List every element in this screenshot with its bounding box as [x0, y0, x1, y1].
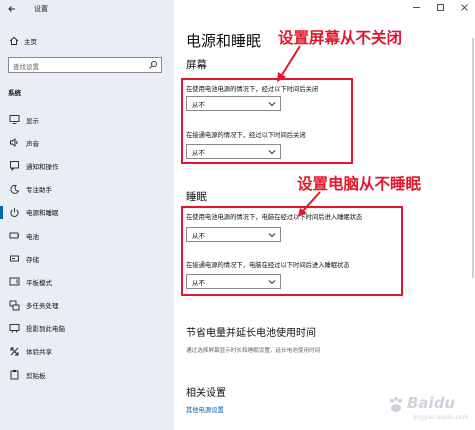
sidebar-item-multitasking[interactable]: 多任务处理 [0, 294, 174, 317]
display-icon [8, 114, 20, 126]
sidebar-item-sound[interactable]: 声音 [0, 131, 174, 154]
sidebar-item-label: 显示 [26, 116, 39, 125]
sidebar-item-label: 多任务处理 [26, 302, 59, 311]
watermark-text: Baidu [407, 394, 456, 412]
screen-heading: 屏幕 [186, 59, 207, 71]
section-label-system: 系统 [8, 89, 21, 97]
notification-icon [8, 160, 20, 172]
screen-battery-label: 在使用电池电源的情况下，经过以下时间后关闭 [186, 86, 319, 93]
scrollbar[interactable] [471, 18, 475, 430]
window-controls [411, 2, 469, 12]
annotation-arrow-icon [277, 45, 301, 82]
sleep-plugged-label: 在接通电源的情况下，电脑在经过以下时间后进入睡眠状态 [186, 262, 350, 269]
sidebar-item-notifications[interactable]: 通知和操作 [0, 154, 174, 177]
sidebar-item-storage[interactable]: 存储 [0, 247, 174, 270]
minimize-button[interactable] [411, 2, 421, 12]
search-input[interactable]: 查找设置 [8, 57, 162, 73]
battery-saving-description: 通过选择屏幕显示时长和睡眠设置，延长电池使用时间 [186, 348, 321, 354]
sleep-heading: 睡眠 [186, 191, 207, 203]
search-placeholder: 查找设置 [13, 63, 39, 71]
watermark: Baidu jingyan.baidu.com [387, 392, 469, 426]
sleep-battery-dropdown[interactable]: 从不 [186, 227, 281, 242]
sidebar-item-label: 平板模式 [26, 278, 52, 287]
speaker-icon [8, 137, 20, 149]
share-icon [8, 345, 20, 357]
sidebar-item-label: 剪贴板 [26, 371, 46, 380]
scrollbar-thumb[interactable] [472, 38, 474, 278]
baidu-paw-icon [390, 397, 402, 412]
back-arrow-icon[interactable] [6, 3, 18, 15]
chevron-down-icon [268, 102, 276, 107]
sidebar-item-project[interactable]: 投影到此电脑 [0, 317, 174, 340]
battery-saving-heading: 节省电量并延长电池使用时间 [186, 328, 316, 339]
sleep-battery-label: 在使用电池电源的情况下，电脑在经过以下时间后进入睡眠状态 [186, 214, 363, 221]
watermark-subtext: jingyan.baidu.com [413, 414, 469, 421]
storage-icon [8, 253, 20, 265]
title-bar: 设置 [0, 0, 174, 18]
sidebar-nav: 显示 声音 通知和操作 专注助手 电源和睡眠 电池 存储 平板模式 多任务处理 … [0, 108, 174, 386]
sidebar-item-label: 电池 [26, 232, 39, 241]
battery-icon [8, 230, 20, 242]
page-title: 电源和睡眠 [186, 32, 262, 50]
sidebar-item-label: 体验共享 [26, 348, 52, 357]
sidebar-item-label: 专注助手 [26, 186, 52, 195]
sidebar-item-label: 通知和操作 [26, 162, 59, 171]
main-panel: 电源和睡眠 屏幕 在使用电池电源的情况下，经过以下时间后关闭 从不 在接通电源的… [174, 0, 475, 430]
related-settings-heading: 相关设置 [186, 388, 226, 399]
annotation-arrow-icon [298, 191, 321, 217]
maximize-button[interactable] [435, 2, 445, 12]
sidebar-item-power-sleep[interactable]: 电源和睡眠 [0, 201, 174, 224]
dropdown-value: 从不 [192, 149, 205, 157]
sidebar-item-battery[interactable]: 电池 [0, 224, 174, 247]
nav-home[interactable]: 主页 [8, 34, 168, 48]
sidebar-item-label: 声音 [26, 139, 39, 148]
sidebar-item-display[interactable]: 显示 [0, 108, 174, 131]
sidebar-item-label: 投影到此电脑 [26, 325, 65, 334]
sidebar-item-label: 电源和睡眠 [26, 209, 59, 218]
dropdown-value: 从不 [192, 279, 205, 287]
screen-battery-dropdown[interactable]: 从不 [186, 96, 281, 111]
app-title: 设置 [34, 5, 48, 13]
additional-power-settings-link[interactable]: 其他电源设置 [186, 405, 224, 414]
chevron-down-icon [268, 233, 276, 238]
screen-plugged-dropdown[interactable]: 从不 [186, 144, 281, 159]
moon-icon [8, 183, 20, 195]
sidebar-item-shared-experiences[interactable]: 体验共享 [0, 340, 174, 363]
power-icon [8, 206, 20, 218]
chevron-down-icon [268, 150, 276, 155]
search-icon[interactable] [148, 60, 158, 70]
sidebar-item-tablet-mode[interactable]: 平板模式 [0, 270, 174, 293]
dropdown-value: 从不 [192, 232, 205, 240]
home-icon [8, 35, 20, 47]
screen-plugged-label: 在接通电源的情况下，经过以下时间后关闭 [186, 132, 306, 139]
projector-icon [8, 322, 20, 334]
sidebar-item-focus-assist[interactable]: 专注助手 [0, 178, 174, 201]
multitask-icon [8, 299, 20, 311]
clipboard-icon [8, 369, 20, 381]
sidebar-item-clipboard[interactable]: 剪贴板 [0, 363, 174, 386]
sidebar-item-label: 存储 [26, 255, 39, 264]
nav-home-label: 主页 [24, 38, 37, 46]
tablet-icon [8, 276, 20, 288]
sidebar: 设置 主页 查找设置 系统 显示 声音 通知和操作 专注助手 电源和睡眠 电池 … [0, 0, 174, 430]
chevron-down-icon [268, 280, 276, 285]
sleep-plugged-dropdown[interactable]: 从不 [186, 274, 281, 289]
dropdown-value: 从不 [192, 101, 205, 109]
close-button[interactable] [459, 2, 469, 12]
